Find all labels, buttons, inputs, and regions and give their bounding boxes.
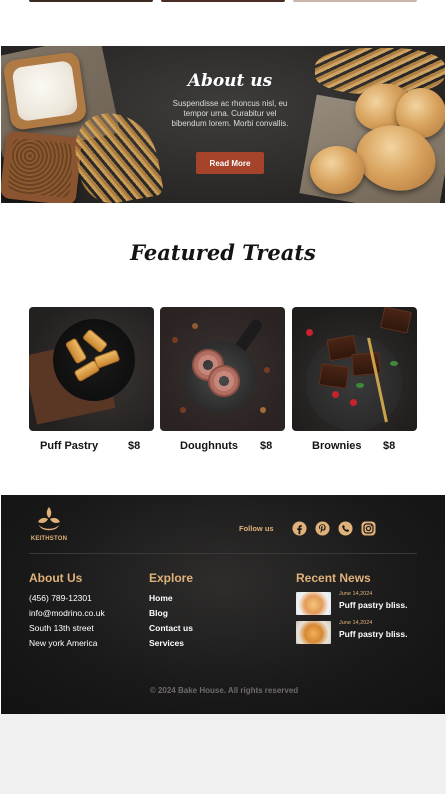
news-date: June 14,2024	[339, 620, 373, 626]
footer-divider	[29, 553, 417, 554]
footer-address-line: New york America	[29, 638, 98, 648]
whatsapp-icon[interactable]	[338, 521, 353, 536]
spice	[192, 323, 198, 329]
footer-link-services[interactable]: Services	[149, 638, 184, 648]
cropped-image	[293, 0, 417, 2]
spice	[172, 337, 178, 343]
footer-link-blog[interactable]: Blog	[149, 608, 168, 618]
site-footer: KEITHSTON Follow us About Us (456) 789-1…	[1, 495, 445, 714]
brand-logo-text: KEITHSTON	[30, 536, 68, 542]
mint-leaf	[390, 361, 398, 366]
raspberry	[350, 399, 357, 406]
raspberry	[306, 329, 313, 336]
spice	[180, 407, 186, 413]
product-price: $8	[383, 440, 396, 452]
page: About us Suspendisse ac rhoncus nisl, eu…	[0, 0, 446, 714]
spice	[260, 407, 266, 413]
brownie	[380, 307, 412, 334]
footer-link-contact[interactable]: Contact us	[149, 623, 193, 633]
footer-email[interactable]: info@modrino.co.uk	[29, 608, 105, 618]
wheat-logo-icon	[38, 507, 60, 531]
mint-leaf	[356, 383, 364, 388]
footer-link-home[interactable]: Home	[149, 593, 173, 603]
flour-bowl-image	[2, 51, 88, 131]
footer-address-line: South 13th street	[29, 623, 94, 633]
about-title: About us	[187, 71, 273, 91]
pinterest-icon[interactable]	[315, 521, 330, 536]
news-date: June 14,2024	[339, 591, 373, 597]
product-card-brownies[interactable]	[292, 307, 417, 431]
news-thumbnail[interactable]	[296, 621, 331, 644]
cropped-image	[29, 0, 153, 2]
news-title[interactable]: Puff pastry bliss.	[339, 600, 408, 610]
product-card-puff-pastry[interactable]	[29, 307, 154, 431]
news-title[interactable]: Puff pastry bliss.	[339, 629, 408, 639]
footer-explore-heading: Explore	[149, 571, 194, 585]
doughnut	[208, 365, 240, 397]
product-price: $8	[260, 440, 273, 452]
grain-bowl-image	[1, 130, 83, 203]
spice	[264, 367, 270, 373]
featured-title: Featured Treats	[130, 240, 316, 265]
product-name: Puff Pastry	[40, 440, 99, 452]
product-name: Brownies	[312, 440, 362, 452]
read-more-button[interactable]: Read More	[196, 152, 264, 174]
news-thumbnail[interactable]	[296, 592, 331, 615]
footer-about-heading: About Us	[29, 571, 83, 585]
raspberry	[332, 391, 339, 398]
facebook-icon[interactable]	[292, 521, 307, 536]
footer-phone[interactable]: (456) 789-12301	[29, 593, 92, 603]
bread-roll-image	[310, 146, 364, 194]
follow-us-label: Follow us	[239, 524, 274, 533]
brownie	[318, 363, 350, 389]
about-description: Suspendisse ac rhoncus nisl, eu tempor u…	[171, 99, 289, 128]
footer-news-heading: Recent News	[296, 571, 371, 585]
previous-section-cropped	[29, 0, 417, 4]
product-card-doughnuts[interactable]	[160, 307, 285, 431]
cropped-image	[161, 0, 285, 2]
product-name: Doughnuts	[180, 440, 239, 452]
instagram-icon[interactable]	[361, 521, 376, 536]
copyright-text: © 2024 Bake House. All rights reserved	[149, 686, 299, 695]
product-price: $8	[128, 440, 141, 452]
